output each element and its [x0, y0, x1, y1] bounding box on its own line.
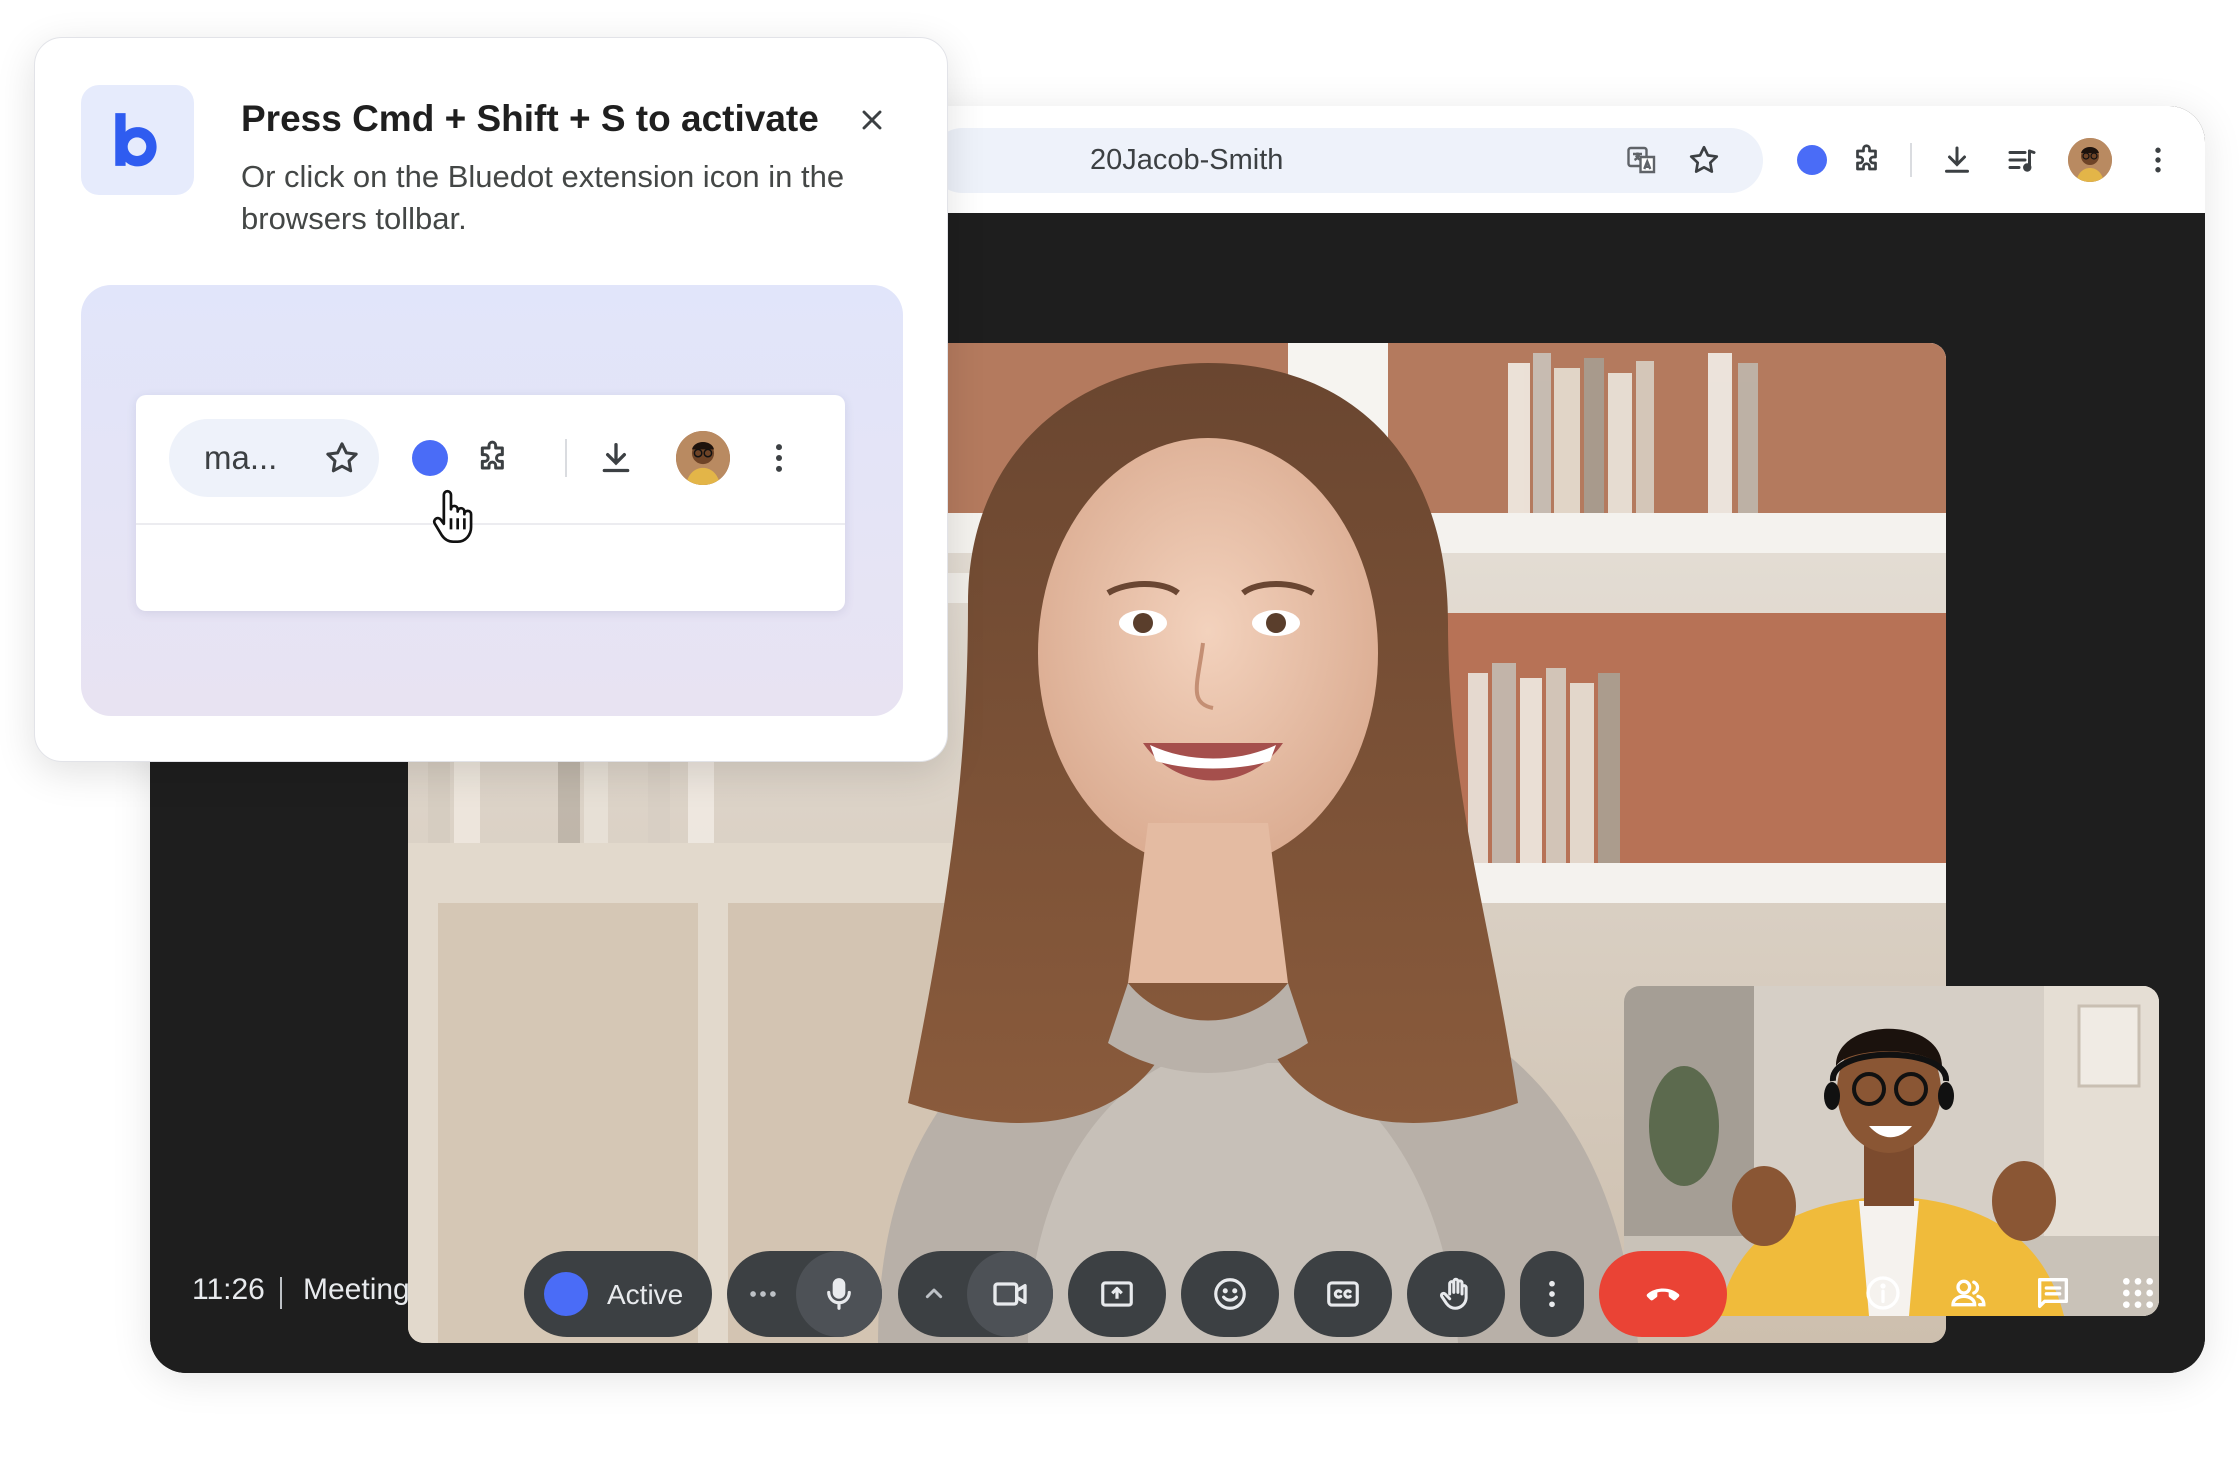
mini-toolbar-divider	[565, 439, 567, 477]
mini-address-text: ma...	[204, 439, 278, 476]
hand-cursor-icon	[428, 487, 482, 547]
audio-control-group	[727, 1251, 882, 1337]
media-control-icon[interactable]	[2000, 138, 2044, 182]
active-label: Active	[607, 1279, 684, 1310]
toolbar-illustration: ma...	[81, 285, 903, 716]
address-bar[interactable]: 20Jacob-Smith	[930, 128, 1763, 193]
present-icon[interactable]	[1068, 1251, 1166, 1337]
bluedot-active-button[interactable]: Active	[524, 1251, 712, 1337]
bluedot-logo	[81, 85, 194, 195]
bluedot-b-icon	[114, 113, 157, 167]
mini-browser-toolbar: ma...	[136, 395, 845, 611]
end-call-button[interactable]	[1599, 1251, 1727, 1337]
more-horiz-icon[interactable]	[727, 1251, 799, 1337]
more-options-button[interactable]	[1520, 1251, 1584, 1337]
camera-icon[interactable]	[967, 1251, 1053, 1337]
bluedot-extension-icon[interactable]	[1790, 138, 1834, 182]
download-icon	[593, 435, 639, 481]
chat-icon[interactable]	[2028, 1268, 2078, 1318]
bluedot-recording-icon	[544, 1272, 588, 1316]
chevron-up-icon[interactable]	[898, 1251, 970, 1337]
mini-toolbar-line	[136, 523, 845, 525]
translate-icon[interactable]	[1620, 138, 1664, 182]
toolbar-divider	[1910, 143, 1912, 177]
video-control-group	[898, 1251, 1053, 1337]
meeting-name: Meeting	[303, 1273, 410, 1306]
star-icon	[319, 435, 365, 481]
bluedot-extension-icon	[407, 435, 453, 481]
popup-description: Or click on the Bluedot extension icon i…	[241, 159, 845, 236]
more-vert-icon[interactable]	[2136, 138, 2180, 182]
popup-title: Press Cmd + Shift + S to activate	[241, 98, 819, 139]
activation-popup: Press Cmd + Shift + S to activate Or cli…	[34, 37, 948, 762]
star-icon[interactable]	[1682, 138, 1726, 182]
info-icon[interactable]	[1858, 1268, 1908, 1318]
more-vert-icon	[1549, 1280, 1555, 1308]
time-divider	[280, 1277, 282, 1309]
meet-control-bar: 11:26 Meeting Active	[150, 1221, 2205, 1373]
download-icon[interactable]	[1935, 138, 1979, 182]
raise-hand-icon[interactable]	[1407, 1251, 1505, 1337]
people-icon[interactable]	[1943, 1268, 1993, 1318]
end-call-icon	[1646, 1288, 1680, 1301]
meeting-time: 11:26	[192, 1273, 265, 1306]
mini-address-bar: ma...	[169, 419, 379, 497]
captions-icon[interactable]	[1294, 1251, 1392, 1337]
mic-icon[interactable]	[796, 1251, 882, 1337]
profile-avatar	[676, 431, 730, 485]
close-icon[interactable]	[850, 98, 894, 142]
profile-avatar[interactable]	[2068, 138, 2112, 182]
puzzle-icon[interactable]	[1846, 138, 1890, 182]
apps-grid-icon[interactable]	[2113, 1268, 2163, 1318]
puzzle-icon	[471, 435, 517, 481]
more-vert-icon	[756, 435, 802, 481]
address-bar-url[interactable]: 20Jacob-Smith	[1090, 128, 1283, 193]
emoji-icon[interactable]	[1181, 1251, 1279, 1337]
